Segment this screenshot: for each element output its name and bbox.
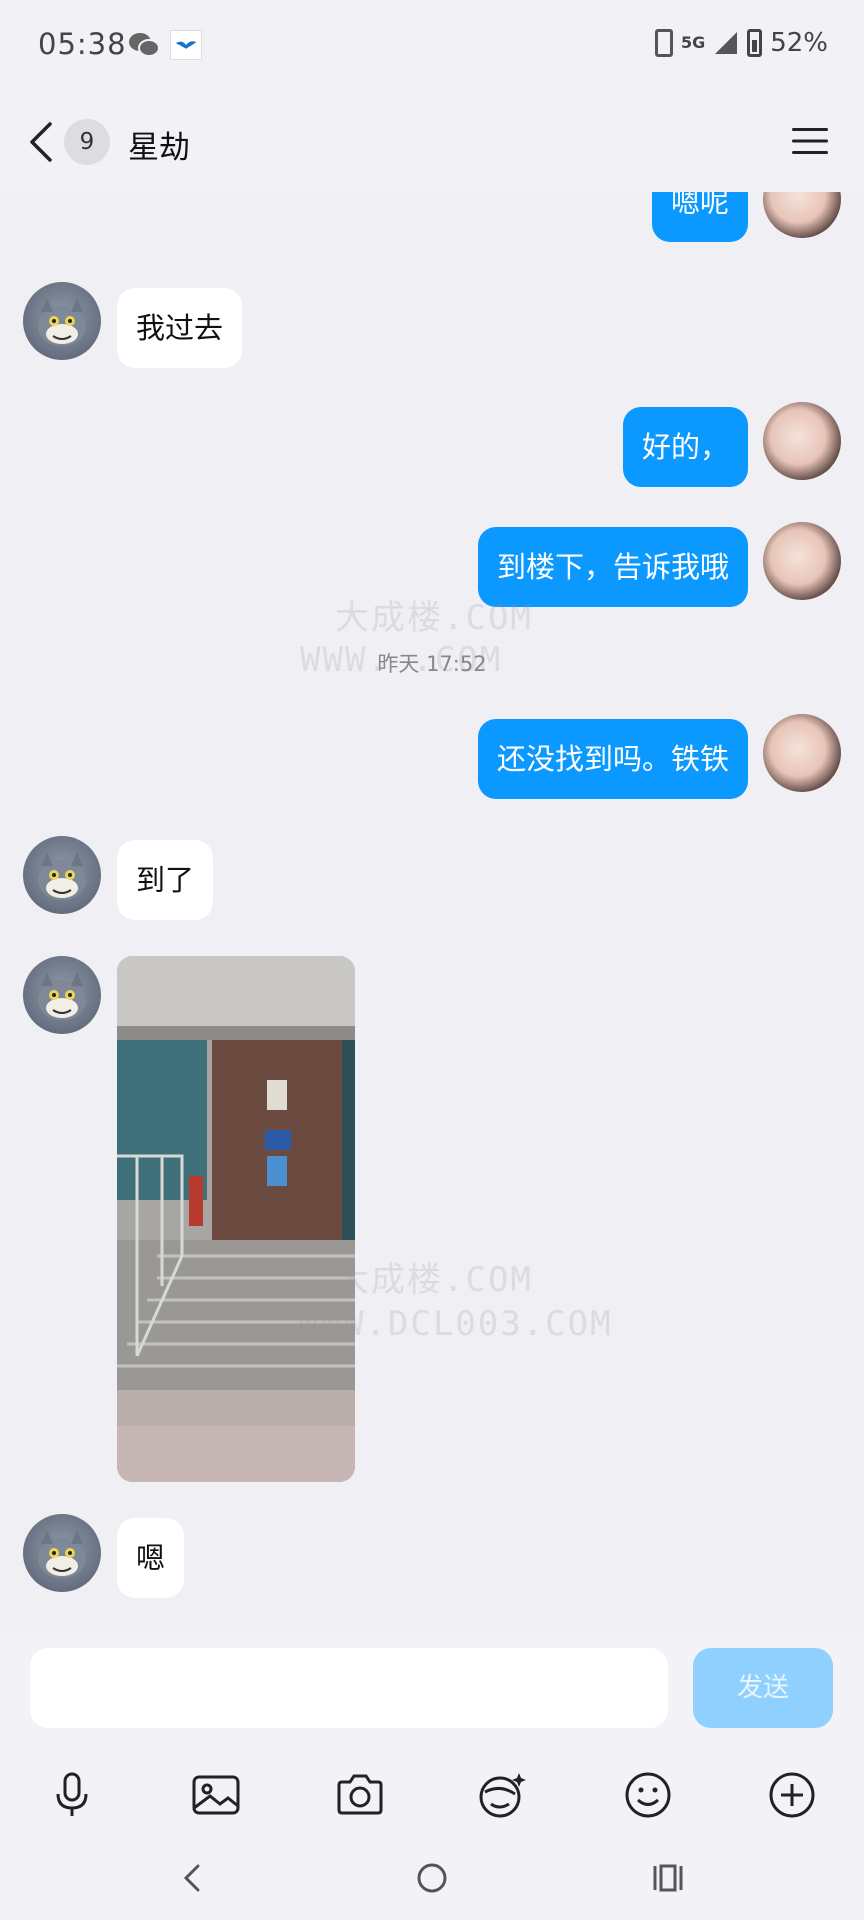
peer-avatar[interactable]: [23, 956, 101, 1034]
battery-level: 52%: [770, 28, 828, 58]
message-input[interactable]: [30, 1648, 668, 1728]
my-avatar[interactable]: [763, 402, 841, 480]
send-button[interactable]: 发送: [693, 1648, 833, 1728]
plus-icon[interactable]: [767, 1770, 817, 1820]
battery-icon: [747, 29, 763, 57]
message-bubble-outgoing[interactable]: 还没找到吗。铁铁: [477, 719, 748, 799]
sim-icon: [654, 29, 673, 57]
app-notification-icon: [170, 30, 202, 60]
image-icon[interactable]: [191, 1770, 241, 1820]
signal-icon: [715, 32, 738, 54]
message-bubble-incoming[interactable]: 我过去: [117, 288, 243, 368]
emoji-icon[interactable]: [623, 1770, 673, 1820]
message-bubble-outgoing[interactable]: 到楼下，告诉我哦: [477, 527, 748, 607]
message-image[interactable]: [117, 956, 355, 1482]
message-bubble-outgoing[interactable]: 好的，: [622, 407, 748, 487]
status-bar: 05:38 5G 52%: [0, 0, 864, 92]
camera-icon[interactable]: [335, 1770, 385, 1820]
message-list[interactable]: 嗯呢 我过去 好的， 到楼下，告诉我哦 大成楼.COM WWW. .COM 昨天…: [0, 192, 864, 1632]
microphone-icon[interactable]: [47, 1770, 97, 1820]
system-recents-icon[interactable]: [650, 1860, 686, 1896]
chat-header: 9 星劫: [0, 92, 864, 192]
status-right: 5G 52%: [654, 28, 828, 58]
unread-badge[interactable]: 9: [64, 119, 110, 165]
input-toolbar: [0, 1750, 864, 1850]
system-back-icon[interactable]: [176, 1860, 212, 1896]
my-avatar[interactable]: [763, 192, 841, 238]
wechat-notification-icon: [129, 33, 160, 57]
watermark: 大成楼.COM: [335, 598, 533, 638]
chat-title: 星劫: [128, 130, 190, 166]
status-time: 05:38: [38, 27, 127, 61]
system-navigation-bar: [0, 1850, 864, 1920]
building-entrance-photo: [117, 956, 355, 1482]
peer-avatar[interactable]: [23, 1514, 101, 1592]
my-avatar[interactable]: [763, 714, 841, 792]
message-bubble-incoming[interactable]: 嗯: [117, 1518, 185, 1598]
message-bubble-incoming[interactable]: 到了: [117, 840, 214, 920]
message-bubble-outgoing[interactable]: 嗯呢: [651, 192, 748, 242]
network-type: 5G: [680, 33, 706, 52]
peer-avatar[interactable]: [23, 836, 101, 914]
composer: 发送: [0, 1632, 864, 1750]
my-avatar[interactable]: [763, 522, 841, 600]
menu-icon[interactable]: [792, 126, 828, 156]
watermark: WWW.DCL003.COM: [298, 1304, 613, 1344]
cat-face-icon: [38, 972, 86, 1020]
watermark: 大成楼.COM: [335, 1260, 533, 1300]
back-icon[interactable]: [26, 120, 56, 164]
cat-face-icon: [38, 298, 86, 346]
system-home-icon[interactable]: [414, 1860, 450, 1896]
cat-face-icon: [38, 852, 86, 900]
message-timestamp: 昨天 17:52: [377, 652, 487, 676]
peer-avatar[interactable]: [23, 282, 101, 360]
sticker-icon[interactable]: [477, 1770, 527, 1820]
cat-face-icon: [38, 1530, 86, 1578]
